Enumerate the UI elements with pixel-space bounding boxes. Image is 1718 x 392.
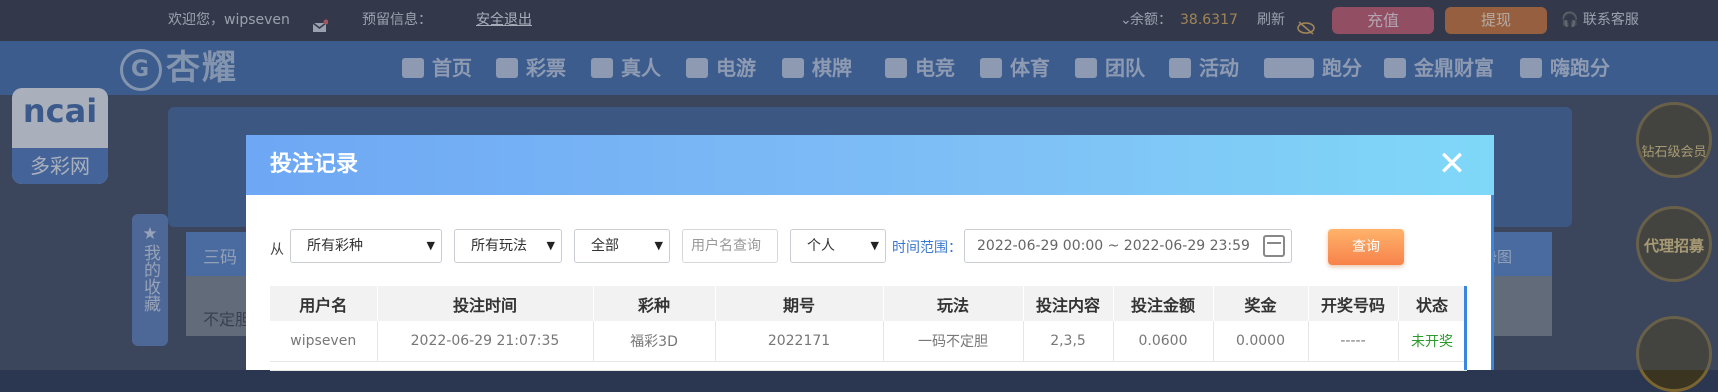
status-badge: 未开奖 <box>1398 321 1467 362</box>
lottery-select[interactable]: 所有彩种 ▼ <box>290 229 442 263</box>
cell-lottery: 福彩3D <box>593 321 716 362</box>
table-row[interactable]: wipseven 2022-06-29 21:07:35 福彩3D 202217… <box>270 321 1467 362</box>
play-type-select[interactable]: 所有玩法 ▼ <box>454 229 562 263</box>
column-header: 期号 <box>715 286 884 321</box>
cell-play-type: 一码不定胆 <box>883 321 1024 362</box>
table-header-row: 用户名 投注时间 彩种 期号 玩法 投注内容 投注金额 奖金 开奖号码 状态 <box>270 286 1467 321</box>
column-header: 玩法 <box>883 286 1024 321</box>
from-label: 从 <box>270 242 284 258</box>
chevron-down-icon: ▼ <box>546 239 555 252</box>
column-header: 投注时间 <box>377 286 594 321</box>
table-row[interactable] <box>270 361 1467 371</box>
time-range-input[interactable]: 2022-06-29 00:00 ~ 2022-06-29 23:59 <box>964 229 1292 263</box>
modal-scrollbar[interactable] <box>1491 195 1494 370</box>
modal-header: 投注记录 ✕ <box>246 135 1494 195</box>
cell-username: wipseven <box>270 321 378 362</box>
time-range-label: 时间范围： <box>892 240 962 256</box>
bet-records-table: 用户名 投注时间 彩种 期号 玩法 投注内容 投注金额 奖金 开奖号码 状态 w… <box>270 286 1467 371</box>
close-icon[interactable]: ✕ <box>1436 147 1468 181</box>
column-header: 奖金 <box>1213 286 1309 321</box>
cell-issue: 2022171 <box>715 321 884 362</box>
cell-bet-amount: 0.0600 <box>1113 321 1214 362</box>
chevron-down-icon: ▼ <box>426 239 435 252</box>
scope-select[interactable]: 个人 ▼ <box>790 229 886 263</box>
status-select[interactable]: 全部 ▼ <box>574 229 670 263</box>
table-scrollbar[interactable] <box>1464 286 1467 370</box>
cell-draw-number: ----- <box>1308 321 1399 362</box>
username-search-input[interactable]: 用户名查询 <box>682 229 778 263</box>
cell-bet-content: 2,3,5 <box>1023 321 1114 362</box>
cell-bet-time: 2022-06-29 21:07:35 <box>377 321 594 362</box>
column-header: 开奖号码 <box>1308 286 1399 321</box>
calendar-icon[interactable] <box>1263 235 1285 257</box>
column-header: 用户名 <box>270 286 378 321</box>
modal-title: 投注记录 <box>270 152 359 177</box>
bet-records-modal: 投注记录 ✕ 从 所有彩种 ▼ 所有玩法 ▼ 全部 ▼ 用户名查询 个人 ▼ 时间范围：… <box>246 135 1494 371</box>
column-header: 投注内容 <box>1023 286 1114 321</box>
column-header: 状态 <box>1398 286 1467 321</box>
column-header: 投注金额 <box>1113 286 1214 321</box>
chevron-down-icon: ▼ <box>654 239 663 252</box>
column-header: 彩种 <box>593 286 716 321</box>
query-button[interactable]: 查询 <box>1328 229 1404 265</box>
cell-prize: 0.0000 <box>1213 321 1309 362</box>
chevron-down-icon: ▼ <box>870 239 879 252</box>
